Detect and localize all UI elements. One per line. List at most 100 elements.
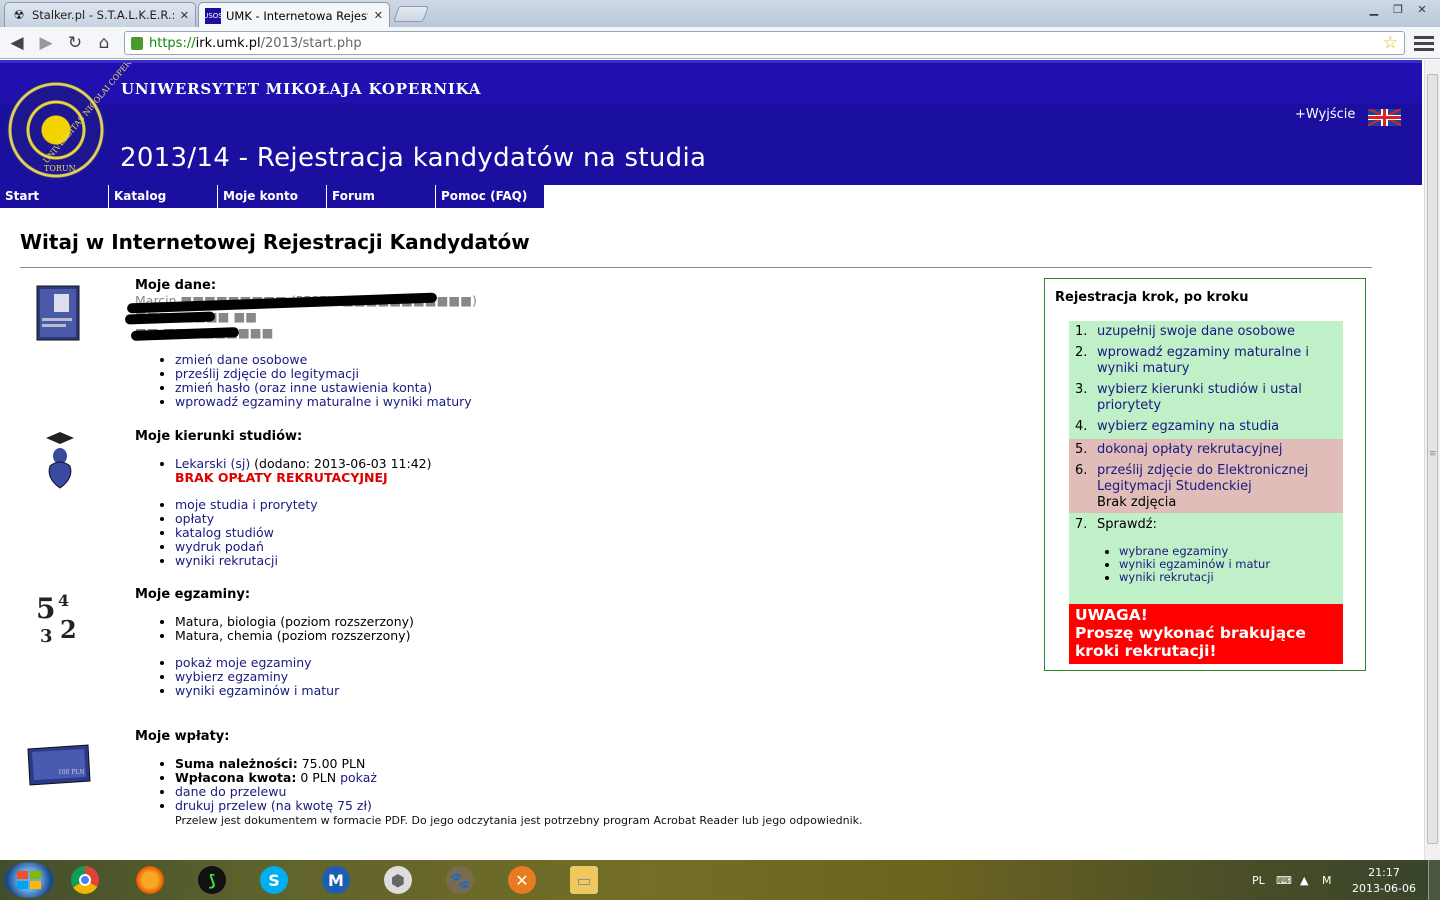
check-exams-link[interactable]: wybrane egzaminy xyxy=(1119,544,1228,558)
reload-icon[interactable]: ↻ xyxy=(64,32,86,54)
back-arrow-icon[interactable]: ◀ xyxy=(6,32,28,54)
site-banner: UNIVERSITAS NICOLAI COPERNICI TORUN UNIW… xyxy=(0,60,1422,185)
page-title: Witaj w Internetowej Rejestracji Kandyda… xyxy=(20,230,530,254)
clock-time: 21:17 xyxy=(1368,866,1400,879)
enter-exams-link[interactable]: wprowadź egzaminy maturalne i wyniki mat… xyxy=(175,394,472,409)
university-name: UNIWERSYTET MIKOŁAJA KOPERNIKA xyxy=(121,80,482,98)
explorer-folder-icon[interactable]: ▭ xyxy=(555,863,613,897)
keyboard-icon[interactable]: ⌨ xyxy=(1276,860,1292,900)
list-item: wybierz egzaminy xyxy=(175,670,414,684)
razer-icon[interactable]: ⟆ xyxy=(183,863,241,897)
vertical-scrollbar[interactable]: ≡ xyxy=(1424,60,1440,860)
nav-forum[interactable]: Forum xyxy=(327,185,436,208)
uk-flag-icon[interactable] xyxy=(1368,109,1401,126)
malwarebytes-icon[interactable]: M xyxy=(307,863,365,897)
minimize-icon[interactable]: ▁ xyxy=(1362,0,1386,18)
paid-value: 0 PLN xyxy=(296,770,341,785)
lock-icon xyxy=(131,36,143,50)
step-link[interactable]: wybierz egzaminy na studia xyxy=(1097,419,1279,435)
chrome-icon[interactable] xyxy=(56,863,114,897)
program-added-date: (dodano: 2013-06-03 11:42) xyxy=(250,456,432,471)
list-item: wyniki rekrutacji xyxy=(1119,571,1337,584)
home-icon[interactable]: ⌂ xyxy=(93,32,115,54)
list-item: zmień hasło (oraz inne ustawienia konta) xyxy=(175,381,477,395)
step-4: 4. wybierz egzaminy na studia xyxy=(1069,418,1343,439)
edit-personal-data-link[interactable]: zmień dane osobowe xyxy=(175,352,307,367)
check-recruitment-link[interactable]: wyniki rekrutacji xyxy=(1119,570,1214,584)
system-clock[interactable]: 21:17 2013-06-06 xyxy=(1352,865,1416,897)
chrome-menu-icon[interactable] xyxy=(1414,33,1434,53)
main-navigation: Start Katalog Moje konto Forum Pomoc (FA… xyxy=(0,185,545,208)
list-item: opłaty xyxy=(175,512,432,526)
honeycomb-icon[interactable]: ⬢ xyxy=(369,863,427,897)
check-results-link[interactable]: wyniki egzaminów i matur xyxy=(1119,557,1270,571)
svg-text:2: 2 xyxy=(60,615,77,644)
skype-icon[interactable]: S xyxy=(245,863,303,897)
sum-value: 75.00 PLN xyxy=(297,756,366,771)
start-button[interactable] xyxy=(4,862,54,898)
url-path: /2013/start.php xyxy=(260,35,362,51)
transfer-data-link[interactable]: dane do przelewu xyxy=(175,784,286,799)
tray-expand-icon[interactable]: ▲ xyxy=(1300,860,1308,900)
clock-date: 2013-06-06 xyxy=(1352,882,1416,895)
recruitment-results-link[interactable]: wyniki rekrutacji xyxy=(175,553,278,568)
step-link[interactable]: uzupełnij swoje dane osobowe xyxy=(1097,324,1295,340)
change-password-link[interactable]: zmień hasło (oraz inne ustawienia konta) xyxy=(175,380,432,395)
svg-text:5: 5 xyxy=(36,592,55,625)
university-seal-logo: UNIVERSITAS NICOLAI COPERNICI TORUN xyxy=(6,63,145,180)
section-title: Moje egzaminy: xyxy=(135,587,251,602)
logout-link[interactable]: +Wyjście xyxy=(1295,107,1355,122)
catalog-link[interactable]: katalog studiów xyxy=(175,525,274,540)
step-link[interactable]: wprowadź egzaminy maturalne i wyniki mat… xyxy=(1097,345,1337,377)
upload-photo-link[interactable]: prześlij zdjęcie do legitymacji xyxy=(175,366,359,381)
gimp-icon[interactable]: 🐾 xyxy=(431,863,489,897)
list-item: wyniki egzaminów i matur xyxy=(175,684,414,698)
payment-card-icon: 100 PLN xyxy=(27,744,91,786)
studies-priorities-link[interactable]: moje studia i prorytety xyxy=(175,497,318,512)
window-controls: ▁ ❐ ✕ xyxy=(1362,0,1434,18)
exam-results-link[interactable]: wyniki egzaminów i matur xyxy=(175,683,339,698)
tab-title: Stalker.pl - S.T.A.L.K.E.R.: Cl xyxy=(32,8,174,22)
nav-start[interactable]: Start xyxy=(0,185,109,208)
address-bar[interactable]: https://irk.umk.pl/2013/start.php ☆ xyxy=(124,31,1405,55)
step-link[interactable]: dokonaj opłaty rekrutacyjnej xyxy=(1097,442,1283,458)
radiation-icon: ☢ xyxy=(13,8,25,22)
step-2: 2. wprowadź egzaminy maturalne i wyniki m… xyxy=(1069,344,1343,381)
tab-strip: ☢ Stalker.pl - S.T.A.L.K.E.R.: Cl ✕ USOS… xyxy=(0,0,1440,28)
print-applications-link[interactable]: wydruk podań xyxy=(175,539,264,554)
app-icon[interactable]: ✕ xyxy=(493,863,551,897)
program-link[interactable]: Lekarski (sj) xyxy=(175,456,250,471)
step-5: 5. dokonaj opłaty rekrutacyjnej xyxy=(1069,439,1343,462)
show-exams-link[interactable]: pokaż moje egzaminy xyxy=(175,655,312,670)
bookmark-star-icon[interactable]: ☆ xyxy=(1383,33,1398,53)
close-window-icon[interactable]: ✕ xyxy=(1410,0,1434,18)
fees-link[interactable]: opłaty xyxy=(175,511,214,526)
close-tab-icon[interactable]: ✕ xyxy=(180,9,189,22)
tab-title: UMK - Internetowa Rejestr xyxy=(226,8,368,23)
tab-stalker[interactable]: ☢ Stalker.pl - S.T.A.L.K.E.R.: Cl ✕ xyxy=(4,2,196,27)
tab-umk[interactable]: USOS UMK - Internetowa Rejestr ✕ xyxy=(198,2,390,28)
close-tab-icon[interactable]: ✕ xyxy=(374,9,383,22)
nav-moje-konto[interactable]: Moje konto xyxy=(218,185,327,208)
restore-icon[interactable]: ❐ xyxy=(1386,0,1410,18)
show-desktop-button[interactable] xyxy=(1428,860,1440,900)
forward-arrow-icon[interactable]: ▶ xyxy=(35,32,57,54)
nav-katalog[interactable]: Katalog xyxy=(109,185,218,208)
malwarebytes-tray-icon[interactable]: M xyxy=(1322,860,1332,900)
alert-text: Proszę wykonać brakujące kroki rekrutacj… xyxy=(1075,624,1306,660)
print-transfer-link[interactable]: drukuj przelew (na kwotę 75 zł) xyxy=(175,798,372,813)
steps-title: Rejestracja krok, po kroku xyxy=(1055,290,1249,305)
language-indicator[interactable]: PL xyxy=(1252,860,1265,900)
new-tab-button[interactable] xyxy=(393,6,429,22)
my-payments-section: Moje wpłaty: Suma należności: 75.00 PLN … xyxy=(135,729,863,828)
choose-exams-link[interactable]: wybierz egzaminy xyxy=(175,669,288,684)
nav-pomoc[interactable]: Pomoc (FAQ) xyxy=(436,185,545,208)
sum-label: Suma należności: xyxy=(175,756,298,771)
list-item: prześlij zdjęcie do legitymacji xyxy=(175,367,477,381)
step-link[interactable]: wybierz kierunki studiów i ustal prioryt… xyxy=(1097,382,1337,414)
show-payments-link[interactable]: pokaż xyxy=(340,770,377,785)
scrollbar-thumb[interactable] xyxy=(1427,74,1438,844)
my-exams-section: Moje egzaminy: Matura, biologia (poziom … xyxy=(135,587,414,698)
firefox-icon[interactable] xyxy=(121,863,179,897)
step-link[interactable]: prześlij zdjęcie do Elektronicznej Legit… xyxy=(1097,463,1308,494)
